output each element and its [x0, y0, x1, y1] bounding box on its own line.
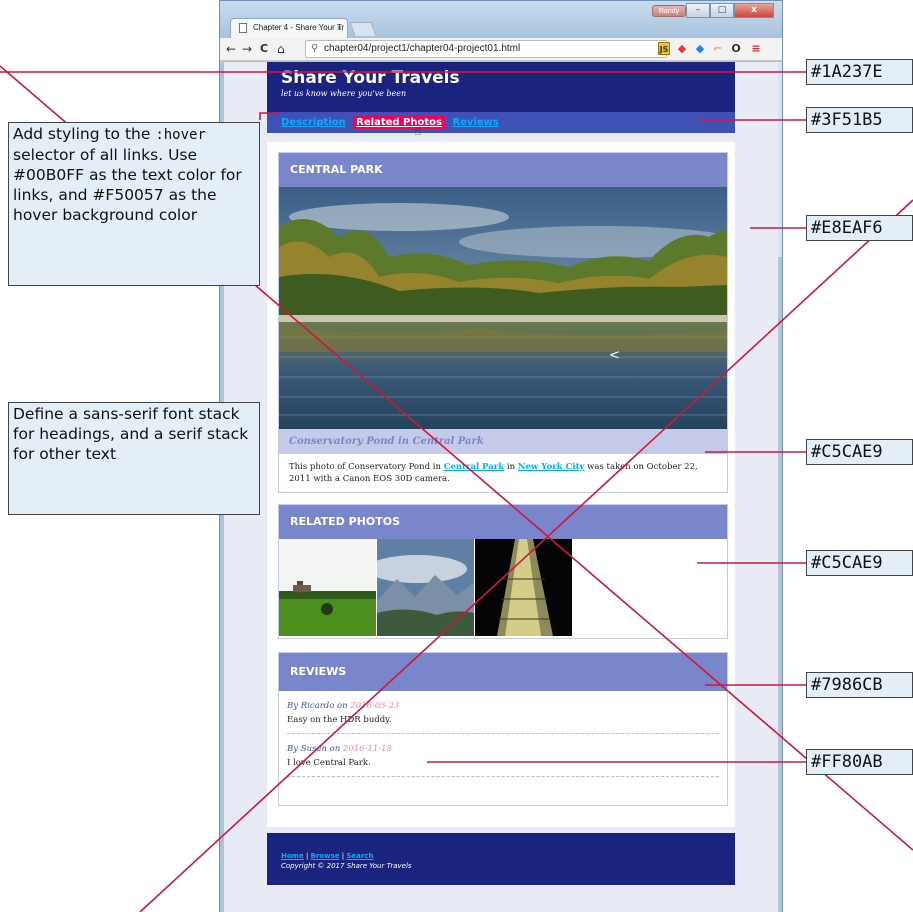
review-date: 2016-05-23 [350, 701, 400, 711]
photo-caption: Conservatory Pond in Central Park [279, 429, 727, 454]
footer-link-home[interactable]: Home [281, 852, 304, 860]
reviews-heading: REVIEWS [279, 653, 727, 691]
thumbnail-mountains-photo[interactable] [377, 539, 474, 636]
thumbnail-field-photo[interactable] [279, 539, 376, 636]
nav-link-reviews[interactable]: Reviews [452, 117, 498, 128]
tab-title: Chapter 4 - Share Your Tr [253, 23, 345, 32]
photo-card-heading: CENTRAL PARK [279, 153, 727, 187]
color-label-card-border: #C5CAE9 [806, 550, 913, 576]
note-code: :hover [155, 127, 206, 143]
footer-separator: | [303, 852, 311, 860]
color-label-header: #1A237E [806, 59, 913, 85]
search-icon: ⚲ [311, 43, 319, 54]
link-central-park[interactable]: Central Park [444, 462, 505, 472]
color-label-nav: #3F51B5 [806, 107, 913, 133]
hand-cursor-icon: ☝ [414, 124, 422, 139]
scrollbar-thumb[interactable] [778, 257, 782, 912]
central-park-photo: < [279, 187, 727, 429]
window-controls: – □ x [686, 3, 774, 19]
home-icon[interactable]: ⌂ [277, 41, 285, 57]
review-text: I love Central Park. [287, 758, 371, 768]
review-author: By Susan on [287, 744, 343, 754]
photo-description: This photo of Conservatory Pond in Centr… [279, 454, 727, 492]
extension-ruler-icon[interactable]: ⌐ [712, 42, 724, 55]
site-footer: Home | Browse | Search Copyright © 2017 … [267, 833, 735, 885]
tab-close-icon[interactable]: × [337, 19, 342, 37]
hover-styling-note: Add styling to the :hover selector of al… [8, 122, 260, 286]
review-text: Easy on the HDR buddy. [287, 715, 392, 725]
site-header: Share Your Travels let us know where you… [267, 62, 735, 112]
photo-card: CENTRAL PARK < Conservatory Pond in Cent… [278, 152, 728, 493]
url-text: chapter04/project1/chapter04-project01.h… [324, 43, 521, 54]
nav-link-description[interactable]: Description [281, 117, 346, 128]
minimize-button[interactable]: – [686, 3, 710, 18]
review-item: By Ricardo on 2016-05-23 Easy on the HDR… [287, 691, 719, 734]
reviews-card: REVIEWS By Ricardo on 2016-05-23 Easy on… [278, 652, 728, 806]
page-viewport: Share Your Travels let us know where you… [224, 62, 778, 912]
address-bar[interactable]: ⚲ chapter04/project1/chapter04-project01… [305, 40, 667, 58]
site-tagline: let us know where you've been [281, 89, 407, 98]
title-bar: Chapter 4 - Share Your Tr × Randy – □ x [220, 1, 782, 38]
review-date: 2016-11-18 [342, 744, 392, 754]
extension-colorwheel-icon[interactable]: ◆ [676, 42, 688, 55]
svg-text:<: < [609, 348, 620, 363]
maximize-button[interactable]: □ [710, 3, 734, 18]
chrome-menu-icon[interactable]: ≡ [750, 42, 762, 55]
related-photos-card: RELATED PHOTOS [278, 504, 728, 639]
link-new-york-city[interactable]: New York City [518, 462, 585, 472]
site-nav: Description Related Photos Reviews [267, 112, 735, 133]
footer-copyright: Copyright © 2017 Share Your Travels [281, 862, 412, 870]
reload-icon[interactable]: C [260, 41, 268, 57]
footer-link-search[interactable]: Search [346, 852, 373, 860]
close-window-button[interactable]: x [734, 3, 774, 18]
browser-toolbar: ← → C ⌂ ⚲ chapter04/project1/chapter04-p… [220, 38, 782, 61]
site-title: Share Your Travels [281, 68, 460, 88]
new-tab-button[interactable] [349, 22, 377, 36]
browser-tab[interactable]: Chapter 4 - Share Your Tr × [230, 18, 348, 38]
back-icon[interactable]: ← [226, 41, 236, 57]
desc-text: in [504, 462, 518, 472]
font-stack-note: Define a sans-serif font stack for headi… [8, 402, 260, 515]
footer-links: Home | Browse | Search [281, 851, 735, 861]
forward-icon[interactable]: → [242, 41, 252, 57]
color-label-review-date: #FF80AB [806, 749, 913, 775]
review-author: By Ricardo on [287, 701, 351, 711]
extension-opera-icon[interactable]: O [730, 42, 742, 55]
review-item: By Susan on 2016-11-18 I love Central Pa… [287, 734, 719, 777]
extension-bookmark-icon[interactable]: ◆ [694, 42, 706, 55]
main-content: CENTRAL PARK < Conservatory Pond in Cent… [267, 142, 735, 827]
browser-window: Chapter 4 - Share Your Tr × Randy – □ x … [219, 0, 783, 912]
thumbnail-strip [279, 539, 727, 636]
color-label-caption: #C5CAE9 [806, 439, 913, 465]
footer-link-browse[interactable]: Browse [311, 852, 340, 860]
extension-js-icon[interactable]: JS [658, 42, 670, 55]
color-label-page-bg: #E8EAF6 [806, 215, 913, 241]
related-photos-heading: RELATED PHOTOS [279, 505, 727, 539]
nav-link-related-photos[interactable]: Related Photos [353, 116, 445, 129]
note-text: selector of all links. Use #00B0FF as th… [13, 146, 242, 224]
document-icon [239, 23, 247, 33]
thumbnail-skyscraper-photo[interactable] [475, 539, 572, 636]
note-text: Add styling to the [13, 125, 156, 143]
desc-text: This photo of Conservatory Pond in [289, 462, 444, 472]
user-profile-button[interactable]: Randy [652, 5, 686, 17]
vertical-scrollbar[interactable] [778, 62, 782, 912]
color-label-card-heading: #7986CB [806, 672, 913, 698]
